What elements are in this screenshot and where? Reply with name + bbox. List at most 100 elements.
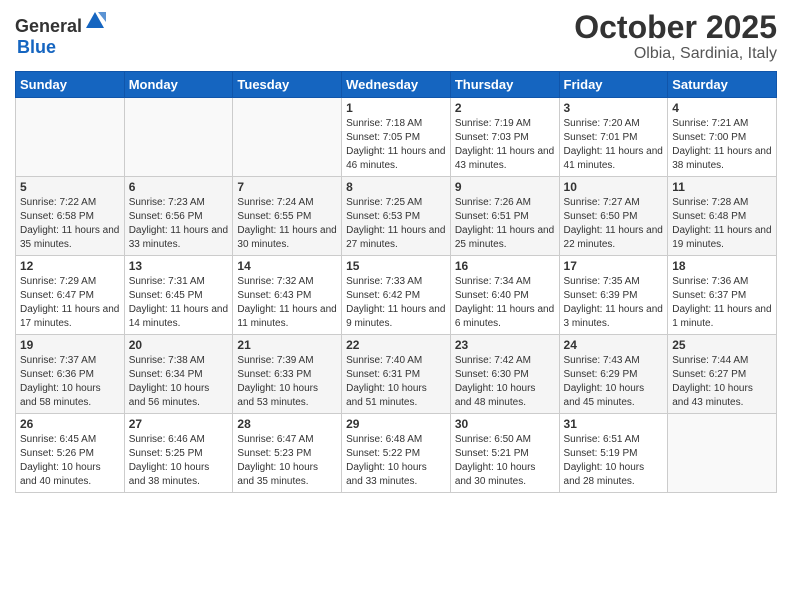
calendar-cell: 3 Sunrise: 7:20 AMSunset: 7:01 PMDaylight… [559,98,668,177]
day-number: 15 [346,259,446,273]
calendar-cell: 24 Sunrise: 7:43 AMSunset: 6:29 PMDayligh… [559,335,668,414]
day-number: 25 [672,338,772,352]
logo-text: General Blue [15,10,106,58]
day-info: Sunrise: 6:47 AMSunset: 5:23 PMDaylight:… [237,433,337,489]
day-info: Sunrise: 7:37 AMSunset: 6:36 PMDaylight:… [20,354,120,410]
calendar-cell: 30 Sunrise: 6:50 AMSunset: 5:21 PMDayligh… [450,414,559,493]
calendar-week-row: 19 Sunrise: 7:37 AMSunset: 6:36 PMDayligh… [16,335,777,414]
day-number: 23 [455,338,555,352]
calendar-cell [233,98,342,177]
day-info: Sunrise: 7:38 AMSunset: 6:34 PMDaylight:… [129,354,229,410]
calendar-cell: 17 Sunrise: 7:35 AMSunset: 6:39 PMDayligh… [559,256,668,335]
day-number: 12 [20,259,120,273]
page: General Blue October 2025 Olbia, Sardini… [0,0,792,612]
day-info: Sunrise: 7:19 AMSunset: 7:03 PMDaylight:… [455,117,555,173]
day-info: Sunrise: 6:45 AMSunset: 5:26 PMDaylight:… [20,433,120,489]
calendar-cell [668,414,777,493]
calendar-cell: 13Sunrise: 7:31 AMSunset: 6:45 PMDayligh… [124,256,233,335]
day-info: Sunrise: 7:20 AMSunset: 7:01 PMDaylight:… [564,117,664,173]
day-number: 28 [237,417,337,431]
day-info: Sunrise: 7:21 AMSunset: 7:00 PMDaylight:… [672,117,772,173]
day-info: Sunrise: 7:18 AMSunset: 7:05 PMDaylight:… [346,117,446,173]
day-number: 30 [455,417,555,431]
calendar-cell: 22 Sunrise: 7:40 AMSunset: 6:31 PMDayligh… [342,335,451,414]
day-number: 1 [346,101,446,115]
day-info: Sunrise: 7:36 AMSunset: 6:37 PMDaylight:… [672,275,772,331]
day-info: Sunrise: 7:44 AMSunset: 6:27 PMDaylight:… [672,354,772,410]
logo-blue: Blue [17,37,56,57]
day-number: 19 [20,338,120,352]
day-info: Sunrise: 6:48 AMSunset: 5:22 PMDaylight:… [346,433,446,489]
day-info: Sunrise: 6:46 AMSunset: 5:25 PMDaylight:… [129,433,229,489]
weekday-header-friday: Friday [559,72,668,98]
calendar-week-row: 26 Sunrise: 6:45 AMSunset: 5:26 PMDayligh… [16,414,777,493]
calendar-cell: 19 Sunrise: 7:37 AMSunset: 6:36 PMDayligh… [16,335,125,414]
day-info: Sunrise: 7:22 AMSunset: 6:58 PMDaylight:… [20,196,120,252]
calendar-week-row: 1 Sunrise: 7:18 AMSunset: 7:05 PMDaylight… [16,98,777,177]
location-title: Olbia, Sardinia, Italy [574,45,777,63]
calendar-cell: 27 Sunrise: 6:46 AMSunset: 5:25 PMDayligh… [124,414,233,493]
day-number: 3 [564,101,664,115]
day-number: 31 [564,417,664,431]
month-title: October 2025 [574,10,777,45]
weekday-header-row: SundayMondayTuesdayWednesdayThursdayFrid… [16,72,777,98]
day-number: 6 [129,180,229,194]
calendar-cell: 31Sunrise: 6:51 AMSunset: 5:19 PMDayligh… [559,414,668,493]
calendar-cell: 5 Sunrise: 7:22 AMSunset: 6:58 PMDaylight… [16,177,125,256]
day-info: Sunrise: 7:35 AMSunset: 6:39 PMDaylight:… [564,275,664,331]
calendar-cell: 12Sunrise: 7:29 AMSunset: 6:47 PMDayligh… [16,256,125,335]
calendar-cell: 10 Sunrise: 7:27 AMSunset: 6:50 PMDayligh… [559,177,668,256]
day-number: 20 [129,338,229,352]
calendar-cell: 15Sunrise: 7:33 AMSunset: 6:42 PMDayligh… [342,256,451,335]
calendar-cell: 14 Sunrise: 7:32 AMSunset: 6:43 PMDayligh… [233,256,342,335]
day-number: 14 [237,259,337,273]
day-info: Sunrise: 7:27 AMSunset: 6:50 PMDaylight:… [564,196,664,252]
weekday-header-monday: Monday [124,72,233,98]
calendar-cell [16,98,125,177]
day-number: 17 [564,259,664,273]
day-info: Sunrise: 7:24 AMSunset: 6:55 PMDaylight:… [237,196,337,252]
calendar-table: SundayMondayTuesdayWednesdayThursdayFrid… [15,71,777,493]
day-info: Sunrise: 7:31 AMSunset: 6:45 PMDaylight:… [129,275,229,331]
weekday-header-saturday: Saturday [668,72,777,98]
day-number: 8 [346,180,446,194]
calendar-cell: 29Sunrise: 6:48 AMSunset: 5:22 PMDayligh… [342,414,451,493]
calendar-cell [124,98,233,177]
day-number: 9 [455,180,555,194]
day-number: 27 [129,417,229,431]
day-number: 2 [455,101,555,115]
calendar-week-row: 12Sunrise: 7:29 AMSunset: 6:47 PMDayligh… [16,256,777,335]
day-info: Sunrise: 7:34 AMSunset: 6:40 PMDaylight:… [455,275,555,331]
day-number: 4 [672,101,772,115]
calendar-cell: 23 Sunrise: 7:42 AMSunset: 6:30 PMDayligh… [450,335,559,414]
logo-icon [84,10,106,32]
title-block: October 2025 Olbia, Sardinia, Italy [574,10,777,63]
calendar-cell: 18Sunrise: 7:36 AMSunset: 6:37 PMDayligh… [668,256,777,335]
calendar-cell: 26 Sunrise: 6:45 AMSunset: 5:26 PMDayligh… [16,414,125,493]
weekday-header-tuesday: Tuesday [233,72,342,98]
day-info: Sunrise: 7:25 AMSunset: 6:53 PMDaylight:… [346,196,446,252]
day-info: Sunrise: 6:50 AMSunset: 5:21 PMDaylight:… [455,433,555,489]
calendar-cell: 20 Sunrise: 7:38 AMSunset: 6:34 PMDayligh… [124,335,233,414]
day-info: Sunrise: 7:40 AMSunset: 6:31 PMDaylight:… [346,354,446,410]
calendar-cell: 2 Sunrise: 7:19 AMSunset: 7:03 PMDaylight… [450,98,559,177]
day-number: 16 [455,259,555,273]
weekday-header-thursday: Thursday [450,72,559,98]
day-number: 10 [564,180,664,194]
logo: General Blue [15,10,106,58]
day-number: 24 [564,338,664,352]
day-info: Sunrise: 7:42 AMSunset: 6:30 PMDaylight:… [455,354,555,410]
day-number: 11 [672,180,772,194]
day-info: Sunrise: 7:32 AMSunset: 6:43 PMDaylight:… [237,275,337,331]
calendar-week-row: 5 Sunrise: 7:22 AMSunset: 6:58 PMDaylight… [16,177,777,256]
day-number: 26 [20,417,120,431]
calendar-cell: 11Sunrise: 7:28 AMSunset: 6:48 PMDayligh… [668,177,777,256]
day-info: Sunrise: 7:23 AMSunset: 6:56 PMDaylight:… [129,196,229,252]
day-number: 5 [20,180,120,194]
day-number: 22 [346,338,446,352]
weekday-header-sunday: Sunday [16,72,125,98]
day-info: Sunrise: 7:43 AMSunset: 6:29 PMDaylight:… [564,354,664,410]
calendar-cell: 1 Sunrise: 7:18 AMSunset: 7:05 PMDaylight… [342,98,451,177]
header: General Blue October 2025 Olbia, Sardini… [15,10,777,63]
calendar-cell: 6 Sunrise: 7:23 AMSunset: 6:56 PMDaylight… [124,177,233,256]
